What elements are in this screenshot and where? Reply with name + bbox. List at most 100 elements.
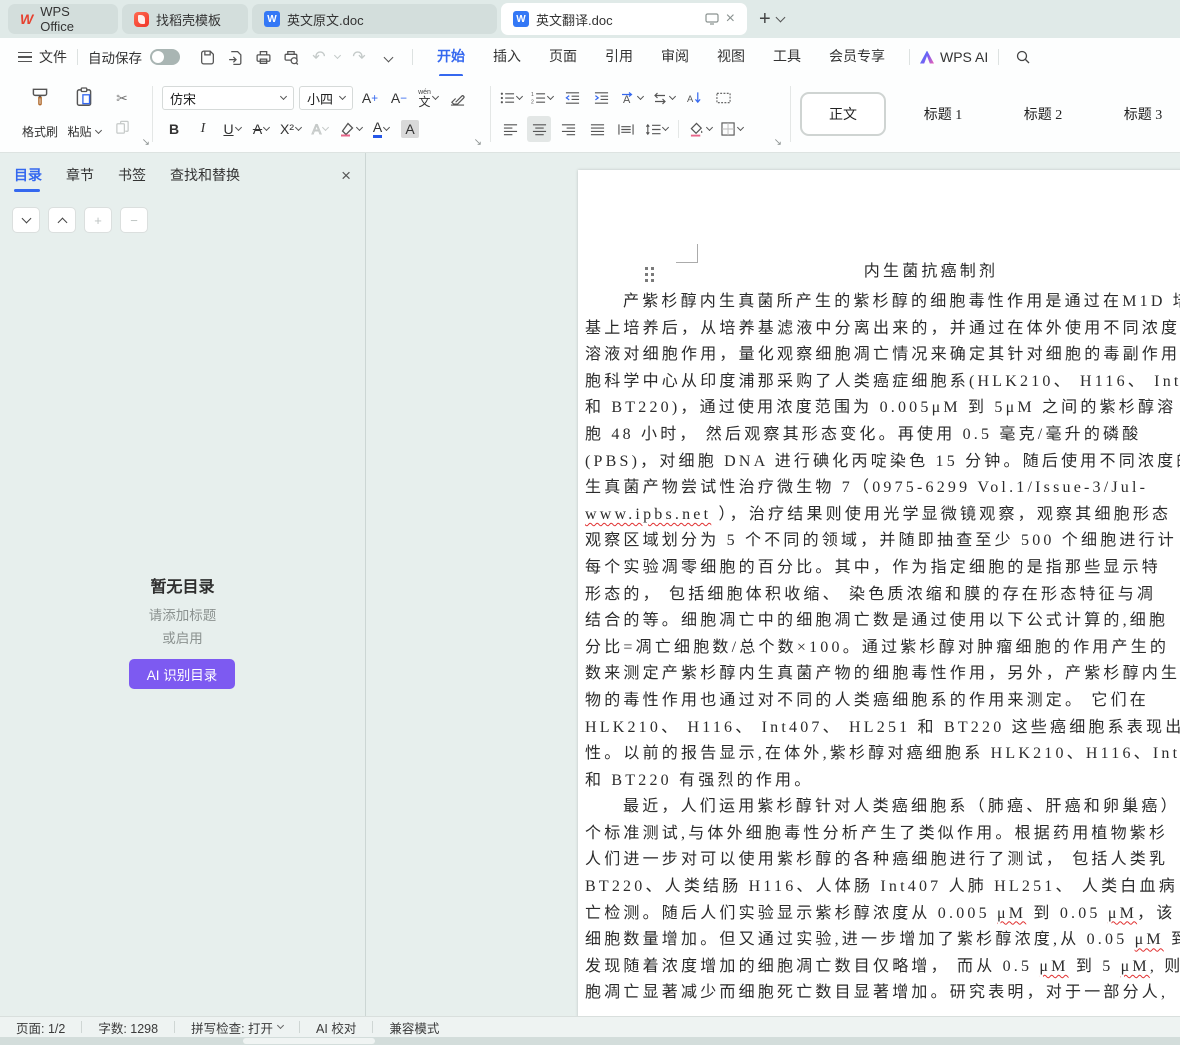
doc-line[interactable]: 基上培养后，从培养基滤液中分离出来的，并通过在体外使用不同浓度 xyxy=(585,316,1180,343)
wps-ai-button[interactable]: WPS AI xyxy=(920,49,988,65)
style-heading3[interactable]: 标题 3 xyxy=(1100,92,1180,136)
show-marks-button[interactable] xyxy=(711,85,735,111)
doc-line[interactable]: 物的毒性作用也通过对不同的人类癌细胞系的作用来测定。 它们在 xyxy=(585,688,1180,715)
doc-line[interactable]: 胞 48 小时， 然后观察其形态变化。再使用 0.5 毫克/毫升的磷酸 xyxy=(585,422,1180,449)
align-right-button[interactable] xyxy=(556,116,580,142)
clipboard-group-expander[interactable]: ↘ xyxy=(142,137,150,148)
menu-tab-insert[interactable]: 插入 xyxy=(493,46,521,68)
text-direction-button[interactable]: A xyxy=(618,85,645,111)
doc-line[interactable]: 生真菌产物尝试性治疗微生物 7（0975-6299 Vol.1/Issue-3/… xyxy=(585,475,1180,502)
increase-font-button[interactable]: A + xyxy=(358,85,382,111)
panel-tab-find-replace[interactable]: 查找和替换 xyxy=(170,165,240,192)
underline-button[interactable]: U xyxy=(220,116,244,142)
numbered-list-button[interactable]: 12 xyxy=(529,85,555,111)
justify-button[interactable] xyxy=(585,116,609,142)
menu-tab-member[interactable]: 会员专享 xyxy=(829,46,885,68)
doc-line[interactable]: 每个实验凋零细胞的百分比。其中，作为指定细胞的是指那些显示特 xyxy=(585,555,1180,582)
decrease-font-button[interactable]: A − xyxy=(387,85,411,111)
line-spacing-button[interactable] xyxy=(643,116,670,142)
copy-button[interactable] xyxy=(110,115,134,141)
distribute-button[interactable] xyxy=(614,116,638,142)
paste-button[interactable]: 粘贴 xyxy=(62,84,106,142)
doc-line[interactable]: HLK210、 H116、 Int407、 HL251 和 BT220 这些癌细… xyxy=(585,715,1180,742)
main-menu-icon[interactable] xyxy=(18,52,32,62)
redo-button[interactable]: ↷ xyxy=(346,45,372,69)
shading-button[interactable] xyxy=(687,116,714,142)
font-name-select[interactable]: 仿宋 xyxy=(162,86,294,110)
document-page[interactable]: 内生菌抗癌制剂 产紫杉醇内生真菌所产生的紫杉醇的细胞毒性作用是通过在M1D 培基… xyxy=(578,170,1180,1016)
doc-line[interactable]: 溶液对细胞作用，量化观察细胞凋亡情况来确定其针对细胞的毒副作用 xyxy=(585,342,1180,369)
doc-line[interactable]: 性。以前的报告显示,在体外,紫杉醇对癌细胞系 HLK210、H116、Int4 xyxy=(585,741,1180,768)
ai-proofread-button[interactable]: AI 校对 xyxy=(300,1018,372,1037)
text-effects-button[interactable]: A xyxy=(308,116,332,142)
italic-button[interactable]: I xyxy=(191,116,215,142)
collapse-button[interactable]: − xyxy=(120,207,148,233)
tab-doc-original[interactable]: W 英文原文.doc xyxy=(252,4,497,34)
doc-line[interactable]: 和 BT220)，通过使用浓度范围为 0.005μM 到 5μM 之间的紫杉醇溶 xyxy=(585,395,1180,422)
horizontal-scrollbar[interactable] xyxy=(0,1037,1180,1045)
doc-line[interactable]: 和 BT220 有强烈的作用。 xyxy=(585,768,1180,795)
char-shading-button[interactable]: A xyxy=(398,116,422,142)
file-menu[interactable]: 文件 xyxy=(39,47,67,67)
menu-tab-view[interactable]: 视图 xyxy=(717,46,745,68)
horizontal-scrollbar-thumb[interactable] xyxy=(243,1038,375,1044)
undo-chevron-icon[interactable] xyxy=(333,51,342,60)
decrease-indent-button[interactable] xyxy=(560,85,584,111)
menu-tab-home[interactable]: 开始 xyxy=(437,46,465,77)
bullet-list-button[interactable] xyxy=(498,85,524,111)
font-color-button[interactable]: A xyxy=(369,116,393,142)
panel-tab-chapters[interactable]: 章节 xyxy=(66,165,94,192)
style-heading2[interactable]: 标题 2 xyxy=(1000,92,1086,136)
pinyin-guide-button[interactable]: wén 文 xyxy=(416,85,440,111)
doc-line[interactable]: 最近，人们运用紫杉醇针对人类癌细胞系（肺癌、肝癌和卵巢癌） xyxy=(585,794,1180,821)
doc-line[interactable]: 胞凋亡显著减少而细胞死亡数目显著增加。研究表明，对于一部分人, xyxy=(585,980,1180,1007)
paragraph-group-expander[interactable]: ↘ xyxy=(774,137,782,148)
export-button[interactable] xyxy=(222,45,248,69)
superscript-button[interactable]: X² xyxy=(278,116,303,142)
save-button[interactable] xyxy=(194,45,220,69)
doc-line[interactable]: 产紫杉醇内生真菌所产生的紫杉醇的细胞毒性作用是通过在M1D 培 xyxy=(585,289,1180,316)
font-group-expander[interactable]: ↘ xyxy=(474,137,482,148)
doc-line[interactable]: 分比=凋亡细胞数/总个数×100。通过紫杉醇对肿瘤细胞的作用产生的 xyxy=(585,635,1180,662)
menu-tab-review[interactable]: 审阅 xyxy=(661,46,689,68)
print-button[interactable] xyxy=(250,45,276,69)
close-tab-icon[interactable]: × xyxy=(726,11,735,27)
search-icon[interactable] xyxy=(1010,45,1036,69)
undo-button[interactable]: ↶ xyxy=(306,45,332,69)
bold-button[interactable]: B xyxy=(162,116,186,142)
prev-heading-button[interactable] xyxy=(48,207,76,233)
tab-wps-office[interactable]: W WPS Office xyxy=(8,4,118,34)
increase-indent-button[interactable] xyxy=(589,85,613,111)
panel-close-icon[interactable]: × xyxy=(341,167,351,190)
present-on-screen-icon[interactable] xyxy=(705,13,719,25)
format-painter-button[interactable]: 格式刷 xyxy=(18,84,62,142)
menu-tab-page[interactable]: 页面 xyxy=(549,46,577,68)
font-size-select[interactable]: 小四 xyxy=(299,86,353,110)
doc-line[interactable]: 数来测定产紫杉醇内生真菌产物的细胞毒性作用，另外，产紫杉醇内生 xyxy=(585,661,1180,688)
doc-line[interactable]: 细胞数量增加。但又通过实验,进一步增加了紫杉醇浓度,从 0.05 μM 到 xyxy=(585,927,1180,954)
doc-line[interactable]: (PBS)，对细胞 DNA 进行碘化丙啶染色 15 分钟。随后使用不同浓度的产 xyxy=(585,449,1180,476)
tab-docer-templates[interactable]: 找稻壳模板 xyxy=(122,4,248,34)
strikethrough-button[interactable]: A xyxy=(249,116,273,142)
tab-list-chevron-icon[interactable] xyxy=(775,12,786,23)
highlight-color-button[interactable] xyxy=(337,116,364,142)
doc-line[interactable]: 结合的等。细胞凋亡中的细胞凋亡数是通过使用以下公式计算的,细胞 xyxy=(585,608,1180,635)
align-center-button[interactable] xyxy=(527,116,551,142)
menu-tab-tools[interactable]: 工具 xyxy=(773,46,801,68)
style-normal[interactable]: 正文 xyxy=(800,92,886,136)
expand-button[interactable]: + xyxy=(84,207,112,233)
two-way-arrange-button[interactable] xyxy=(650,85,677,111)
align-left-button[interactable] xyxy=(498,116,522,142)
doc-line[interactable]: BT220、人类结肠 H116、人体肠 Int407 人肺 HL251、 人类白… xyxy=(585,874,1180,901)
borders-button[interactable] xyxy=(719,116,745,142)
doc-line[interactable]: 发现随着浓度增加的细胞凋亡数目仅略增， 而从 0.5 μM 到 5 μM, 则 xyxy=(585,954,1180,981)
autosave-toggle[interactable] xyxy=(150,49,180,65)
collapse-ribbon-chevron-icon[interactable] xyxy=(383,52,394,62)
doc-line[interactable]: 人们进一步对可以使用紫杉醇的各种癌细胞进行了测试， 包括人类乳 xyxy=(585,847,1180,874)
sort-button[interactable]: A xyxy=(682,85,706,111)
doc-line[interactable]: 胞科学中心从印度浦那采购了人类癌症细胞系(HLK210、 H116、 Int40 xyxy=(585,369,1180,396)
panel-tab-contents[interactable]: 目录 xyxy=(14,165,42,192)
word-count[interactable]: 字数: 1298 xyxy=(82,1018,174,1037)
menu-tab-reference[interactable]: 引用 xyxy=(605,46,633,68)
ai-recognize-contents-button[interactable]: AI 识别目录 xyxy=(129,659,235,689)
